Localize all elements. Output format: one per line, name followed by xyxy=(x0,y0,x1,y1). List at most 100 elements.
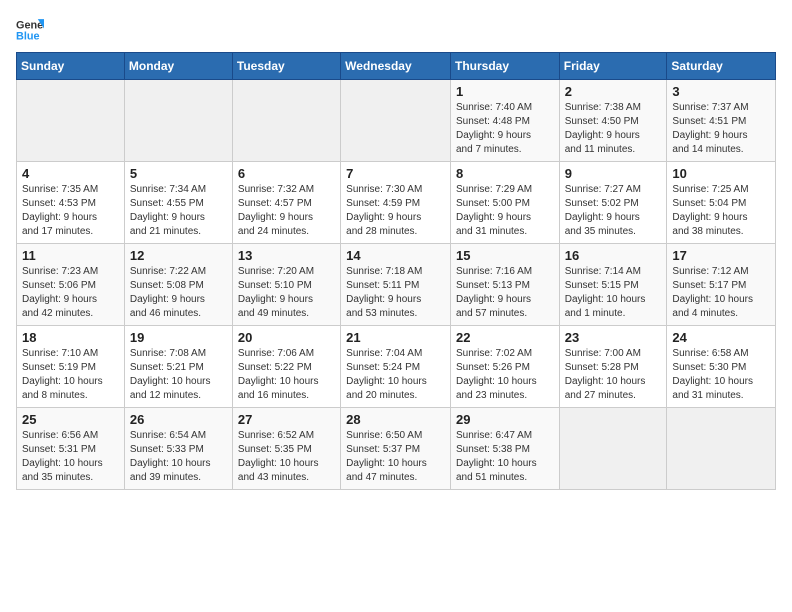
day-number: 22 xyxy=(456,330,554,345)
day-info: Sunrise: 7:29 AM Sunset: 5:00 PM Dayligh… xyxy=(456,183,554,239)
day-number: 27 xyxy=(238,412,335,427)
day-info: Sunrise: 7:22 AM Sunset: 5:08 PM Dayligh… xyxy=(130,265,227,321)
day-cell xyxy=(232,80,340,162)
day-number: 26 xyxy=(130,412,227,427)
day-number: 6 xyxy=(238,166,335,181)
day-number: 14 xyxy=(346,248,445,263)
day-number: 25 xyxy=(22,412,119,427)
header: General Blue xyxy=(16,16,776,44)
day-number: 23 xyxy=(565,330,662,345)
day-cell: 20 Sunrise: 7:06 AM Sunset: 5:22 PM Dayli… xyxy=(232,326,340,408)
day-cell: 16Sunrise: 7:14 AM Sunset: 5:15 PM Dayli… xyxy=(559,244,667,326)
day-number: 5 xyxy=(130,166,227,181)
week-row-4: 18 Sunrise: 7:10 AM Sunset: 5:19 PM Dayli… xyxy=(17,326,776,408)
day-cell: 23 Sunrise: 7:00 AM Sunset: 5:28 PM Dayli… xyxy=(559,326,667,408)
day-info: Sunrise: 7:35 AM Sunset: 4:53 PM Dayligh… xyxy=(22,183,119,239)
day-cell: 25Sunrise: 6:56 AM Sunset: 5:31 PM Dayli… xyxy=(17,408,125,490)
day-info: Sunrise: 6:52 AM Sunset: 5:35 PM Dayligh… xyxy=(238,429,335,485)
header-cell-thursday: Thursday xyxy=(450,53,559,80)
day-number: 7 xyxy=(346,166,445,181)
day-cell: 26 Sunrise: 6:54 AM Sunset: 5:33 PM Dayli… xyxy=(124,408,232,490)
week-row-1: 1 Sunrise: 7:40 AM Sunset: 4:48 PM Daylig… xyxy=(17,80,776,162)
day-number: 9 xyxy=(565,166,662,181)
day-info: Sunrise: 7:18 AM Sunset: 5:11 PM Dayligh… xyxy=(346,265,445,321)
day-cell: 12 Sunrise: 7:22 AM Sunset: 5:08 PM Dayli… xyxy=(124,244,232,326)
day-info: Sunrise: 6:54 AM Sunset: 5:33 PM Dayligh… xyxy=(130,429,227,485)
week-row-2: 4 Sunrise: 7:35 AM Sunset: 4:53 PM Daylig… xyxy=(17,162,776,244)
day-number: 12 xyxy=(130,248,227,263)
day-info: Sunrise: 6:47 AM Sunset: 5:38 PM Dayligh… xyxy=(456,429,554,485)
day-cell: 2 Sunrise: 7:38 AM Sunset: 4:50 PM Daylig… xyxy=(559,80,667,162)
day-info: Sunrise: 7:23 AM Sunset: 5:06 PM Dayligh… xyxy=(22,265,119,321)
day-cell: 6 Sunrise: 7:32 AM Sunset: 4:57 PM Daylig… xyxy=(232,162,340,244)
day-cell: 15 Sunrise: 7:16 AM Sunset: 5:13 PM Dayli… xyxy=(450,244,559,326)
day-cell: 27 Sunrise: 6:52 AM Sunset: 5:35 PM Dayli… xyxy=(232,408,340,490)
day-info: Sunrise: 6:58 AM Sunset: 5:30 PM Dayligh… xyxy=(672,347,770,403)
day-cell: 13Sunrise: 7:20 AM Sunset: 5:10 PM Dayli… xyxy=(232,244,340,326)
day-info: Sunrise: 7:32 AM Sunset: 4:57 PM Dayligh… xyxy=(238,183,335,239)
day-cell xyxy=(559,408,667,490)
day-cell: 5 Sunrise: 7:34 AM Sunset: 4:55 PM Daylig… xyxy=(124,162,232,244)
day-cell: 29Sunrise: 6:47 AM Sunset: 5:38 PM Dayli… xyxy=(450,408,559,490)
day-number: 10 xyxy=(672,166,770,181)
day-number: 13 xyxy=(238,248,335,263)
day-number: 18 xyxy=(22,330,119,345)
day-info: Sunrise: 7:14 AM Sunset: 5:15 PM Dayligh… xyxy=(565,265,662,321)
day-number: 3 xyxy=(672,84,770,99)
day-cell: 28 Sunrise: 6:50 AM Sunset: 5:37 PM Dayli… xyxy=(341,408,451,490)
day-cell: 11 Sunrise: 7:23 AM Sunset: 5:06 PM Dayli… xyxy=(17,244,125,326)
day-info: Sunrise: 7:12 AM Sunset: 5:17 PM Dayligh… xyxy=(672,265,770,321)
day-info: Sunrise: 7:38 AM Sunset: 4:50 PM Dayligh… xyxy=(565,101,662,157)
logo-icon: General Blue xyxy=(16,16,44,44)
day-info: Sunrise: 7:40 AM Sunset: 4:48 PM Dayligh… xyxy=(456,101,554,157)
day-info: Sunrise: 7:37 AM Sunset: 4:51 PM Dayligh… xyxy=(672,101,770,157)
day-info: Sunrise: 7:02 AM Sunset: 5:26 PM Dayligh… xyxy=(456,347,554,403)
day-info: Sunrise: 7:25 AM Sunset: 5:04 PM Dayligh… xyxy=(672,183,770,239)
day-number: 20 xyxy=(238,330,335,345)
day-cell xyxy=(124,80,232,162)
day-info: Sunrise: 6:50 AM Sunset: 5:37 PM Dayligh… xyxy=(346,429,445,485)
day-info: Sunrise: 7:27 AM Sunset: 5:02 PM Dayligh… xyxy=(565,183,662,239)
day-number: 28 xyxy=(346,412,445,427)
day-cell: 18 Sunrise: 7:10 AM Sunset: 5:19 PM Dayli… xyxy=(17,326,125,408)
calendar-header-row: SundayMondayTuesdayWednesdayThursdayFrid… xyxy=(17,53,776,80)
day-number: 19 xyxy=(130,330,227,345)
header-cell-sunday: Sunday xyxy=(17,53,125,80)
day-cell: 9 Sunrise: 7:27 AM Sunset: 5:02 PM Daylig… xyxy=(559,162,667,244)
calendar: SundayMondayTuesdayWednesdayThursdayFrid… xyxy=(16,52,776,490)
day-cell xyxy=(341,80,451,162)
day-info: Sunrise: 7:30 AM Sunset: 4:59 PM Dayligh… xyxy=(346,183,445,239)
day-info: Sunrise: 7:34 AM Sunset: 4:55 PM Dayligh… xyxy=(130,183,227,239)
day-info: Sunrise: 7:00 AM Sunset: 5:28 PM Dayligh… xyxy=(565,347,662,403)
day-cell: 17 Sunrise: 7:12 AM Sunset: 5:17 PM Dayli… xyxy=(667,244,776,326)
day-number: 11 xyxy=(22,248,119,263)
day-cell: 8 Sunrise: 7:29 AM Sunset: 5:00 PM Daylig… xyxy=(450,162,559,244)
day-info: Sunrise: 7:08 AM Sunset: 5:21 PM Dayligh… xyxy=(130,347,227,403)
day-cell xyxy=(667,408,776,490)
day-number: 2 xyxy=(565,84,662,99)
day-info: Sunrise: 7:06 AM Sunset: 5:22 PM Dayligh… xyxy=(238,347,335,403)
header-cell-wednesday: Wednesday xyxy=(341,53,451,80)
day-cell: 19 Sunrise: 7:08 AM Sunset: 5:21 PM Dayli… xyxy=(124,326,232,408)
week-row-5: 25Sunrise: 6:56 AM Sunset: 5:31 PM Dayli… xyxy=(17,408,776,490)
day-cell: 22 Sunrise: 7:02 AM Sunset: 5:26 PM Dayli… xyxy=(450,326,559,408)
svg-text:Blue: Blue xyxy=(16,30,40,42)
day-number: 8 xyxy=(456,166,554,181)
day-cell: 24 Sunrise: 6:58 AM Sunset: 5:30 PM Dayli… xyxy=(667,326,776,408)
day-number: 4 xyxy=(22,166,119,181)
header-cell-friday: Friday xyxy=(559,53,667,80)
day-number: 1 xyxy=(456,84,554,99)
day-number: 24 xyxy=(672,330,770,345)
day-cell: 3 Sunrise: 7:37 AM Sunset: 4:51 PM Daylig… xyxy=(667,80,776,162)
day-cell: 4 Sunrise: 7:35 AM Sunset: 4:53 PM Daylig… xyxy=(17,162,125,244)
header-cell-tuesday: Tuesday xyxy=(232,53,340,80)
day-cell: 14 Sunrise: 7:18 AM Sunset: 5:11 PM Dayli… xyxy=(341,244,451,326)
day-cell: 21Sunrise: 7:04 AM Sunset: 5:24 PM Dayli… xyxy=(341,326,451,408)
day-cell xyxy=(17,80,125,162)
day-number: 17 xyxy=(672,248,770,263)
day-info: Sunrise: 7:16 AM Sunset: 5:13 PM Dayligh… xyxy=(456,265,554,321)
day-info: Sunrise: 7:10 AM Sunset: 5:19 PM Dayligh… xyxy=(22,347,119,403)
day-number: 15 xyxy=(456,248,554,263)
day-cell: 7 Sunrise: 7:30 AM Sunset: 4:59 PM Daylig… xyxy=(341,162,451,244)
day-cell: 1 Sunrise: 7:40 AM Sunset: 4:48 PM Daylig… xyxy=(450,80,559,162)
